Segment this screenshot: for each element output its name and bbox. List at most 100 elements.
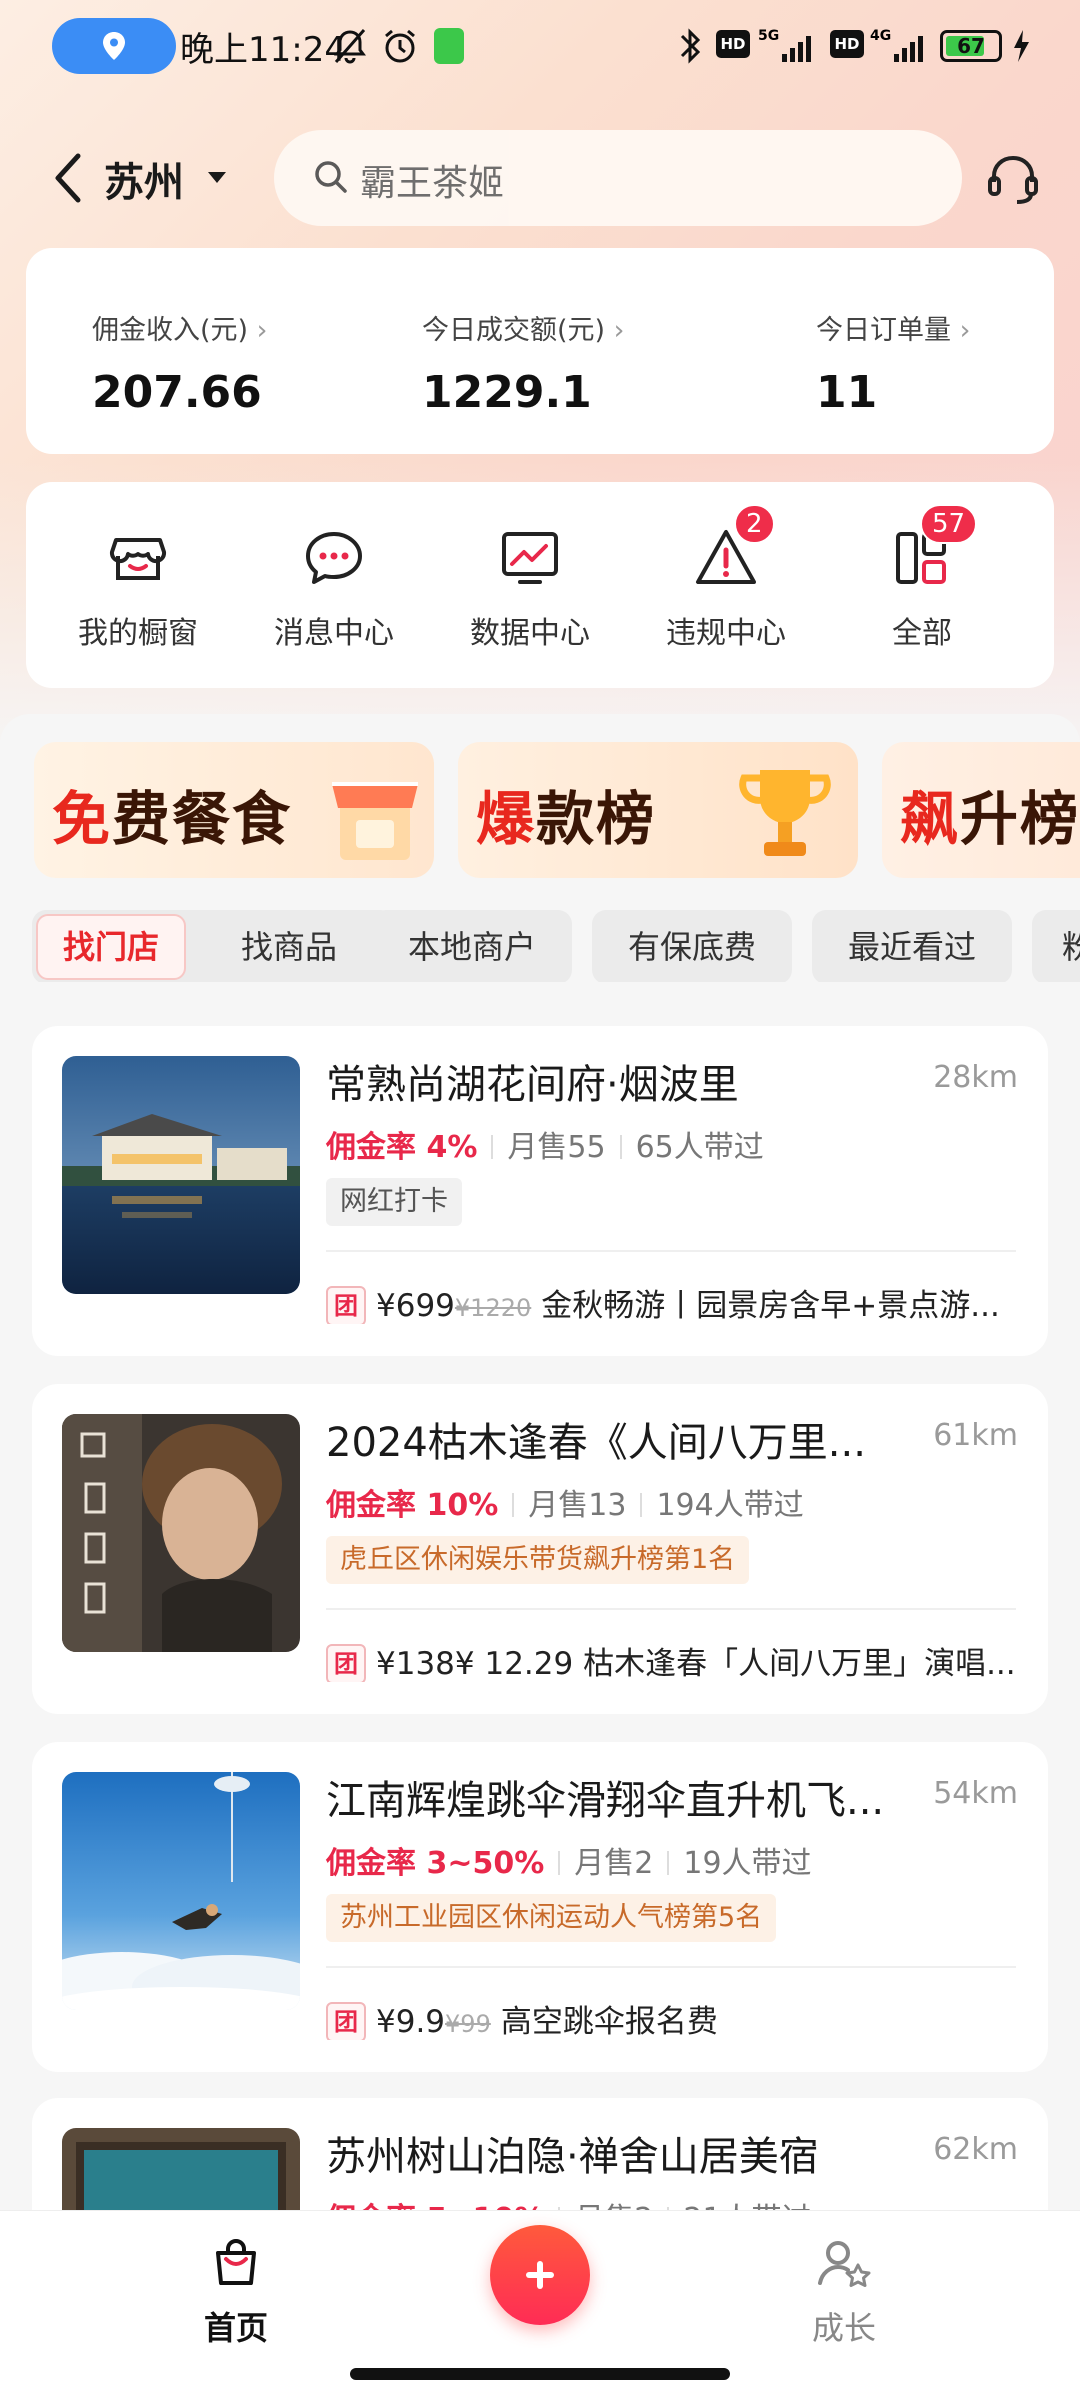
storefront-icon xyxy=(332,782,418,860)
chip-find-product[interactable]: 找商品 xyxy=(204,914,374,980)
battery-level: 67 xyxy=(957,34,985,58)
shop-card[interactable]: 2024枯木逢春《人间八万里... 61km 佣金率 10% 月售13 194人带过… xyxy=(32,1384,1048,1714)
promoter-count: 19人带过 xyxy=(683,1846,812,1881)
hd-icon-2: HD xyxy=(830,30,864,58)
stat-commission[interactable]: 佣金收入(元) 207.66 xyxy=(92,308,267,418)
banner-rising-list[interactable]: 飙升榜 xyxy=(882,742,1080,878)
shop-distance: 28km xyxy=(933,1060,1018,1095)
banner-text: 爆款榜 xyxy=(476,785,657,853)
shop-distance: 61km xyxy=(933,1418,1018,1453)
chip-more[interactable]: 粉 xyxy=(1032,910,1080,982)
trophy-icon xyxy=(739,770,831,856)
location-indicator xyxy=(52,18,176,74)
mute-bell-icon xyxy=(334,29,366,64)
customer-service-icon[interactable] xyxy=(986,152,1040,208)
divider xyxy=(326,1608,1016,1610)
shop-title: 江南辉煌跳伞滑翔伞直升机飞... xyxy=(326,1778,885,1824)
tool-all[interactable]: 57 全部 xyxy=(822,504,1022,652)
tool-violations[interactable]: 2 违规中心 xyxy=(626,504,826,652)
deal-old-price: ¥1220 xyxy=(454,1294,532,1322)
location-pin-icon xyxy=(103,32,125,60)
divider xyxy=(326,1250,1016,1252)
tool-label: 我的橱窗 xyxy=(78,616,198,651)
search-type-toggle: 找门店 找商品 xyxy=(32,910,394,982)
svg-text:4G: 4G xyxy=(870,28,891,44)
city-selector[interactable]: 苏州 xyxy=(104,150,184,208)
search-placeholder: 霸王茶姬 xyxy=(360,163,505,204)
stat-turnover[interactable]: 今日成交额(元) 1229.1 xyxy=(422,308,624,418)
charging-bolt-icon xyxy=(1014,30,1029,62)
chart-icon xyxy=(502,532,558,584)
deal-price: ¥9.9 xyxy=(376,2004,446,2040)
hd-icon: HD xyxy=(716,30,750,58)
shop-card[interactable]: 常熟尚湖花间府·烟波里 28km 佣金率 4% 月售55 65人带过 网红打卡 团 ¥… xyxy=(32,1026,1048,1356)
deal-text: ¥ 12.29 枯木逢春「人间八万里」演唱... xyxy=(454,1646,1016,1682)
group-deal[interactable]: 团 ¥9.9¥99 高空跳伞报名费 xyxy=(326,1996,1016,2040)
shop-window-icon xyxy=(109,538,167,580)
shop-tag: 网红打卡 xyxy=(326,1178,462,1226)
charging-app-icon xyxy=(434,28,464,64)
shop-distance: 62km xyxy=(933,2132,1018,2167)
stat-value: 11 xyxy=(816,367,878,418)
skydiving-photo-icon xyxy=(62,1772,300,2010)
back-arrow-icon[interactable] xyxy=(50,148,86,208)
nav-label: 成长 xyxy=(811,2309,876,2347)
deal-text: 金秋畅游丨园景房含早+景点游... xyxy=(541,1288,1000,1324)
signal-4g-icon: 4G xyxy=(870,28,923,62)
stat-orders[interactable]: 今日订单量 11 xyxy=(816,308,970,418)
banner-text: 免费餐食 xyxy=(52,785,293,853)
notification-badge: 57 xyxy=(920,504,978,544)
nav-home[interactable]: 首页 xyxy=(156,2235,316,2349)
svg-text:5G: 5G xyxy=(758,28,779,44)
shop-thumbnail xyxy=(62,1414,300,1652)
chevron-down-icon[interactable] xyxy=(208,172,226,183)
group-deal[interactable]: 团 ¥699¥1220 金秋畅游丨园景房含早+景点游... xyxy=(326,1280,1016,1324)
group-buy-badge: 团 xyxy=(326,2002,366,2040)
search-input[interactable]: 霸王茶姬 xyxy=(274,130,962,226)
shop-distance: 54km xyxy=(933,1776,1018,1811)
home-indicator xyxy=(350,2368,730,2380)
message-icon xyxy=(306,532,362,584)
monthly-sales: 月售55 xyxy=(507,1130,606,1165)
create-button[interactable] xyxy=(490,2225,590,2325)
shop-thumbnail xyxy=(62,1056,300,1294)
chip-local-merchant[interactable]: 本地商户 xyxy=(372,910,572,982)
top-header: 苏州 霸王茶姬 xyxy=(0,130,1080,230)
quick-tools: 我的橱窗 消息中心 数据中心 2 违规中心 57 全部 xyxy=(26,482,1054,688)
notification-badge: 2 xyxy=(734,504,775,544)
commission-rate: 佣金率 10% xyxy=(326,1488,499,1523)
deal-price: ¥138 xyxy=(376,1646,455,1682)
shop-meta: 佣金率 3~50% 月售2 19人带过 xyxy=(326,1838,812,1882)
tool-data[interactable]: 数据中心 xyxy=(430,526,630,652)
shop-card[interactable]: 江南辉煌跳伞滑翔伞直升机飞... 54km 佣金率 3~50% 月售2 19人带过 … xyxy=(32,1742,1048,2072)
tool-label: 全部 xyxy=(892,616,952,651)
stat-label: 佣金收入(元) xyxy=(92,308,267,347)
group-deal[interactable]: 团 ¥138¥ 12.29 枯木逢春「人间八万里」演唱... xyxy=(326,1638,1016,1682)
chip-find-store[interactable]: 找门店 xyxy=(36,914,186,980)
banner-text: 飙升榜 xyxy=(900,785,1080,853)
deal-old-price: ¥99 xyxy=(445,2010,491,2038)
nav-label: 首页 xyxy=(203,2309,268,2347)
banner-free-meal[interactable]: 免费餐食 xyxy=(34,742,434,878)
bluetooth-icon xyxy=(680,28,701,64)
tool-my-window[interactable]: 我的橱窗 xyxy=(38,526,238,652)
promo-banners: 免费餐食 爆款榜 飙升榜 xyxy=(0,742,1080,878)
shop-title: 常熟尚湖花间府·烟波里 xyxy=(326,1062,739,1108)
alarm-icon xyxy=(385,29,415,63)
deal-text: 高空跳伞报名费 xyxy=(500,2004,718,2040)
ranking-tag: 苏州工业园区休闲运动人气榜第5名 xyxy=(326,1894,777,1942)
concert-poster-icon xyxy=(62,1414,300,1652)
divider xyxy=(326,1966,1016,1968)
stat-value: 1229.1 xyxy=(422,367,592,418)
nav-growth[interactable]: 成长 xyxy=(764,2235,924,2349)
shop-meta: 佣金率 10% 月售13 194人带过 xyxy=(326,1480,804,1524)
tool-messages[interactable]: 消息中心 xyxy=(234,526,434,652)
chip-guaranteed-fee[interactable]: 有保底费 xyxy=(592,910,792,982)
stat-value: 207.66 xyxy=(92,367,262,418)
user-star-icon xyxy=(818,2241,871,2287)
chip-recently-viewed[interactable]: 最近看过 xyxy=(812,910,1012,982)
shop-title: 苏州树山泊隐·禅舍山居美宿 xyxy=(326,2134,819,2180)
promoter-count: 65人带过 xyxy=(635,1130,764,1165)
banner-hot-list[interactable]: 爆款榜 xyxy=(458,742,858,878)
promoter-count: 194人带过 xyxy=(656,1488,804,1523)
